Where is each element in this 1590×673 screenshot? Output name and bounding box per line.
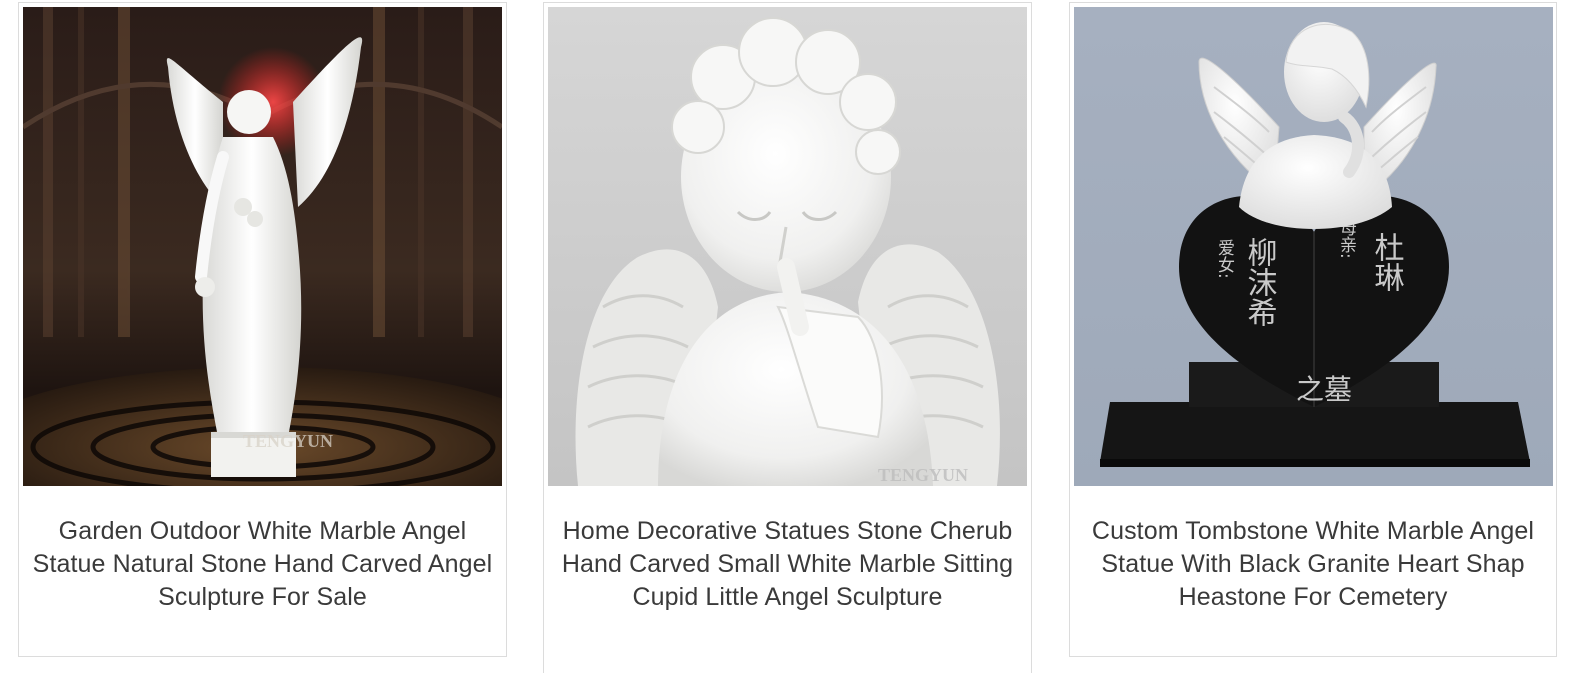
product-title[interactable]: Home Decorative Statues Stone Cherub Han… [556, 515, 1019, 614]
product-grid: TENGYUN Garden Outdoor White Marble Ange… [0, 0, 1590, 673]
engraving-left-small: 爱女: [1214, 239, 1235, 279]
product-image-heart-headstone[interactable]: 爱女: 柳沫希 母亲: 杜琳 之墓 [1074, 7, 1553, 486]
engraving-right-name: 杜琳 [1369, 232, 1405, 292]
product-title[interactable]: Garden Outdoor White Marble Angel Statue… [31, 515, 494, 614]
standing-angel-statue-image: TENGYUN [23, 7, 502, 486]
engraving-bottom: 之墓 [1296, 373, 1352, 406]
watermark-text: TENGYUN [243, 431, 333, 451]
product-image-garden-angel[interactable]: TENGYUN [23, 7, 502, 486]
product-card-cherub[interactable]: TENGYUN Home Decorative Statues Stone Ch… [543, 2, 1032, 673]
heart-headstone-angel-image: 爱女: 柳沫希 母亲: 杜琳 之墓 [1074, 7, 1553, 486]
watermark-text: TENGYUN [878, 465, 968, 485]
cherub-statue-image: TENGYUN [548, 7, 1027, 486]
product-title[interactable]: Custom Tombstone White Marble Angel Stat… [1082, 515, 1544, 614]
engraving-left-name: 柳沫希 [1242, 237, 1277, 327]
product-image-cherub[interactable]: TENGYUN [548, 7, 1027, 486]
product-card-garden-angel[interactable]: TENGYUN Garden Outdoor White Marble Ange… [18, 2, 507, 657]
product-card-heart-headstone[interactable]: 爱女: 柳沫希 母亲: 杜琳 之墓 Custom Tombstone White… [1069, 2, 1557, 657]
